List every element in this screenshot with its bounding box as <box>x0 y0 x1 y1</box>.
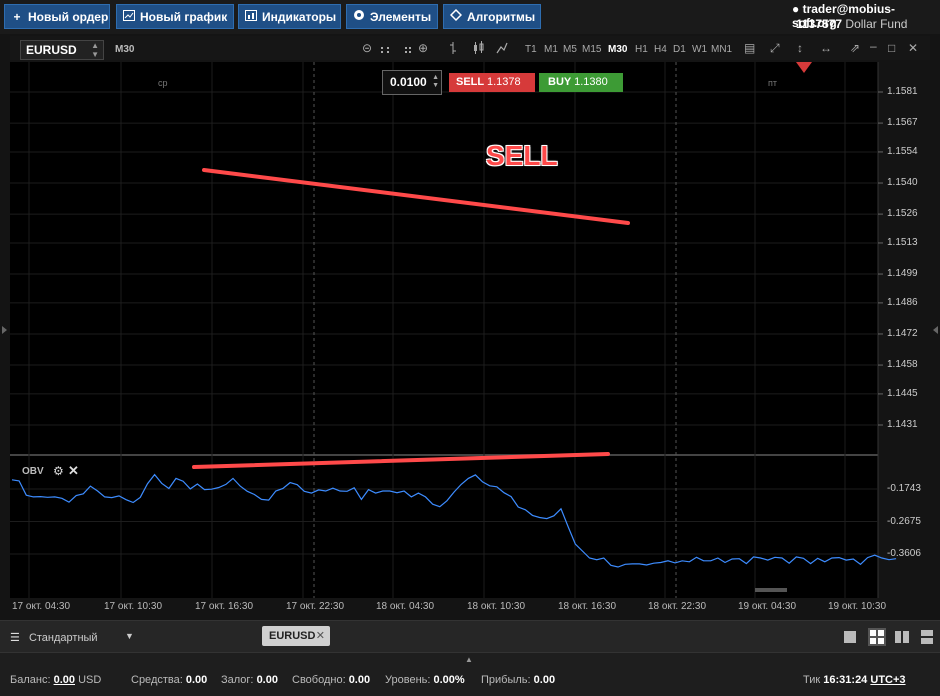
obv-value-label: -0.1743 <box>887 483 921 494</box>
funds-value: 0.00 <box>185 674 208 686</box>
buy-button[interactable]: BUY 1.1380 <box>539 73 623 92</box>
free-value: 0.00 <box>348 674 371 686</box>
time-label: 18 окт. 10:30 <box>467 601 526 612</box>
status-bar: ▲ Баланс: 0.00 USD Средства: 0.00 Залог:… <box>0 652 940 696</box>
time-label: 17 окт. 22:30 <box>286 601 345 612</box>
profit-value: 0.00 <box>533 674 556 686</box>
timezone[interactable]: UTC+3 <box>870 674 905 686</box>
obv-label: OBV <box>22 466 44 477</box>
clock: Тик 16:31:24 UTC+3 <box>803 674 906 686</box>
profit-label: Прибыль: <box>481 674 531 686</box>
layout-selector[interactable]: ☰ Стандартный <box>10 631 98 644</box>
close-tab-icon[interactable]: ✕ <box>316 626 325 646</box>
menu-icon: ☰ <box>10 632 20 644</box>
obv-pane <box>10 456 878 598</box>
sell-button[interactable]: SELL 1.1378 <box>449 73 535 92</box>
time-label: 18 окт. 22:30 <box>648 601 707 612</box>
tick-label: Тик <box>803 674 821 686</box>
sell-price: 1.1378 <box>486 76 521 88</box>
balance-currency: USD <box>78 674 102 686</box>
time-label: 18 окт. 04:30 <box>376 601 435 612</box>
tab-label: EURUSD <box>269 630 316 642</box>
level-label: Уровень: <box>385 674 431 686</box>
chevron-down-icon[interactable]: ▼ <box>125 631 134 641</box>
time-label: 17 окт. 10:30 <box>104 601 163 612</box>
day-marker-fri: пт <box>768 78 777 88</box>
price-label: 1.1431 <box>887 419 918 430</box>
time-label: 19 окт. 10:30 <box>828 601 887 612</box>
time-label: 19 окт. 04:30 <box>738 601 797 612</box>
price-label: 1.1486 <box>887 296 918 308</box>
funds-label: Средства: <box>131 674 183 686</box>
obv-value-label: -0.3606 <box>887 548 921 559</box>
price-label: 1.1567 <box>887 117 918 129</box>
layout-grid-icon[interactable] <box>868 628 886 646</box>
layout-columns-icon[interactable] <box>895 630 909 644</box>
obv-value-label: -0.2675 <box>887 515 921 527</box>
margin: Залог: 0.00 <box>221 674 278 686</box>
lot-size-input[interactable]: 0.0100 ▲ ▼ <box>382 70 442 95</box>
price-label: 1.1458 <box>887 359 918 371</box>
day-marker-wed: ср <box>158 78 168 88</box>
workspace-tabs: ☰ Стандартный ▼ EURUSD ✕ <box>0 620 940 652</box>
spinner-icon[interactable]: ▲ ▼ <box>432 74 439 90</box>
price-label: 1.1526 <box>887 208 918 220</box>
lot-size-value: 0.0100 <box>390 75 427 89</box>
time-label: 17 окт. 16:30 <box>195 601 254 612</box>
price-label: 1.1513 <box>887 236 918 248</box>
sell-annotation: SELL <box>486 140 558 171</box>
balance: Баланс: 0.00 USD <box>10 674 101 686</box>
layout-name: Стандартный <box>28 632 98 644</box>
price-label: 1.1499 <box>887 268 918 280</box>
price-label: 1.1540 <box>887 177 918 189</box>
gear-icon[interactable]: ⚙ <box>53 464 64 478</box>
chart-plot-area[interactable] <box>0 0 940 620</box>
funds: Средства: 0.00 <box>131 674 207 686</box>
buy-label: BUY <box>548 76 572 88</box>
level-value: 0.00% <box>433 674 465 686</box>
price-label: 1.1554 <box>887 145 918 157</box>
layout-rows-icon[interactable] <box>920 630 934 644</box>
profit: Прибыль: 0.00 <box>481 674 555 686</box>
margin-label: Залог: <box>221 674 254 686</box>
chevron-up-icon[interactable]: ▲ <box>465 655 473 664</box>
price-label: 1.1581 <box>887 86 918 97</box>
margin-value: 0.00 <box>256 674 278 686</box>
price-label: 1.1472 <box>887 327 918 339</box>
balance-label: Баланс: <box>10 674 51 686</box>
clock-time: 16:31:24 <box>823 674 868 686</box>
free-margin: Свободно: 0.00 <box>292 674 370 686</box>
balance-value[interactable]: 0.00 <box>54 674 75 686</box>
left-handle <box>2 326 7 334</box>
free-label: Свободно: <box>292 674 346 686</box>
buy-price: 1.1380 <box>574 76 608 88</box>
layout-single-icon[interactable] <box>843 630 857 644</box>
chart-scrollbar <box>755 588 787 592</box>
right-handle <box>933 326 938 334</box>
margin-level: Уровень: 0.00% <box>385 674 465 686</box>
price-label: 1.1445 <box>887 387 918 399</box>
close-icon[interactable]: ✕ <box>68 463 79 479</box>
time-label: 17 окт. 04:30 <box>12 601 71 612</box>
price-pane <box>10 62 878 454</box>
sell-label: SELL <box>456 76 484 88</box>
tab-eurusd[interactable]: EURUSD ✕ <box>262 626 330 646</box>
time-label: 18 окт. 16:30 <box>558 601 617 612</box>
